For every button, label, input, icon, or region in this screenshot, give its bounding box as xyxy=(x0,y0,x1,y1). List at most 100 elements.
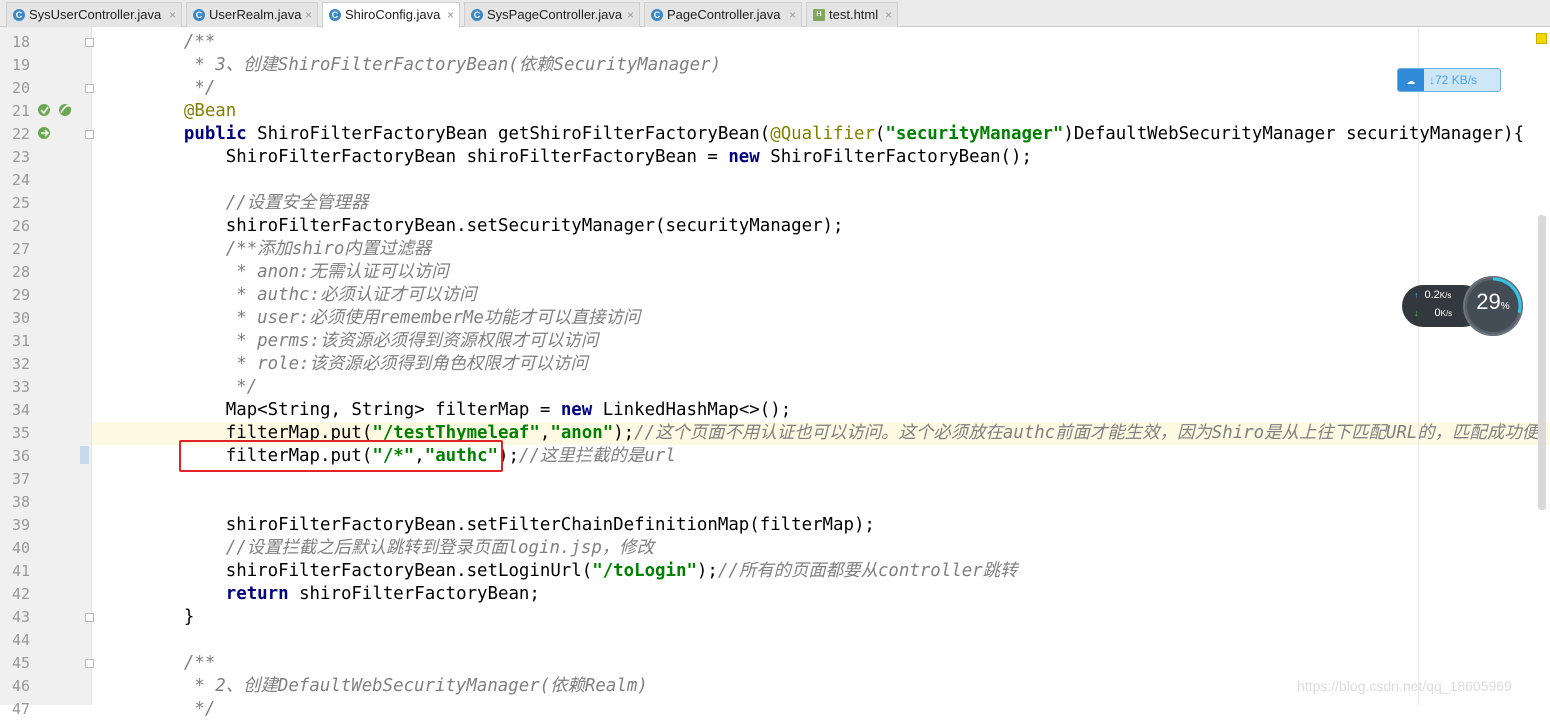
line-number[interactable]: 29 xyxy=(0,284,30,307)
code-line[interactable]: ShiroFilterFactoryBean shiroFilterFactor… xyxy=(92,146,1550,169)
line-number[interactable]: 18 xyxy=(0,31,30,54)
line-number[interactable]: 47 xyxy=(0,698,30,721)
code-line[interactable] xyxy=(92,629,1550,652)
code-line[interactable]: * authc:必须认证才可以访问 xyxy=(92,284,1550,307)
code-line[interactable] xyxy=(92,491,1550,514)
tab-pagecontroller-java[interactable]: C PageController.java × xyxy=(644,2,802,27)
tab-label: SysPageController.java xyxy=(487,7,623,22)
bean-injection-icon[interactable] xyxy=(37,125,51,139)
line-number[interactable]: 28 xyxy=(0,261,30,284)
tab-close-icon[interactable]: × xyxy=(169,3,176,27)
code-line[interactable]: public ShiroFilterFactoryBean getShiroFi… xyxy=(92,123,1550,146)
code-line[interactable]: /**添加shiro内置过滤器 xyxy=(92,238,1550,261)
code-line[interactable] xyxy=(92,169,1550,192)
tab-close-icon[interactable]: × xyxy=(447,3,454,27)
java-class-icon: C xyxy=(193,9,205,21)
code-line-text: * 2、创建DefaultWebSecurityManager(依赖Realm) xyxy=(142,675,647,698)
cpu-usage-ring[interactable]: 29% xyxy=(1463,276,1523,336)
tab-userrealm-java[interactable]: C UserRealm.java × xyxy=(186,2,318,27)
line-number[interactable]: 30 xyxy=(0,307,30,330)
code-line-text: @Bean xyxy=(142,100,236,123)
fold-marker-icon[interactable] xyxy=(85,130,94,139)
tab-close-icon[interactable]: × xyxy=(789,3,796,27)
code-line[interactable]: * user:必须使用rememberMe功能才可以直接访问 xyxy=(92,307,1550,330)
code-line[interactable]: */ xyxy=(92,376,1550,399)
code-token: * perms:该资源必须得到资源权限才可以访问 xyxy=(142,331,599,351)
line-number[interactable]: 37 xyxy=(0,468,30,491)
code-line[interactable]: * anon:无需认证可以访问 xyxy=(92,261,1550,284)
line-number[interactable]: 42 xyxy=(0,583,30,606)
code-line[interactable]: * perms:该资源必须得到资源权限才可以访问 xyxy=(92,330,1550,353)
code-editor[interactable]: /** * 3、创建ShiroFilterFactoryBean(依赖Secur… xyxy=(92,27,1550,719)
code-line[interactable]: } xyxy=(92,606,1550,629)
code-line-text: */ xyxy=(142,376,257,399)
fold-marker-icon[interactable] xyxy=(85,659,94,668)
line-number[interactable]: 21 xyxy=(0,100,30,123)
code-line[interactable]: Map<String, String> filterMap = new Link… xyxy=(92,399,1550,422)
code-line-text: //设置安全管理器 xyxy=(142,192,369,215)
code-token: ShiroFilterFactoryBean shiroFilterFactor… xyxy=(142,147,729,167)
line-number[interactable]: 32 xyxy=(0,353,30,376)
line-number[interactable]: 34 xyxy=(0,399,30,422)
fold-marker-icon[interactable] xyxy=(85,84,94,93)
line-number[interactable]: 40 xyxy=(0,537,30,560)
tab-close-icon[interactable]: × xyxy=(885,3,892,27)
tab-test-html[interactable]: Htest.html × xyxy=(806,2,898,27)
line-number[interactable]: 27 xyxy=(0,238,30,261)
code-token: "/toLogin" xyxy=(592,561,697,581)
code-line-text: shiroFilterFactoryBean.setFilterChainDef… xyxy=(142,514,875,537)
code-line[interactable]: /** xyxy=(92,31,1550,54)
line-number[interactable]: 26 xyxy=(0,215,30,238)
line-number[interactable]: 33 xyxy=(0,376,30,399)
line-number[interactable]: 19 xyxy=(0,54,30,77)
tab-label: test.html xyxy=(829,7,879,22)
tab-close-icon[interactable]: × xyxy=(627,3,634,27)
line-number[interactable]: 41 xyxy=(0,560,30,583)
code-line[interactable]: @Bean xyxy=(92,100,1550,123)
code-token: new xyxy=(560,400,603,420)
cpu-percent: 29% xyxy=(1476,289,1510,314)
line-number[interactable]: 23 xyxy=(0,146,30,169)
line-number[interactable]: 25 xyxy=(0,192,30,215)
code-line[interactable]: shiroFilterFactoryBean.setFilterChainDef… xyxy=(92,514,1550,537)
java-class-icon: C xyxy=(471,9,483,21)
line-number[interactable]: 24 xyxy=(0,169,30,192)
fold-marker-icon[interactable] xyxy=(85,613,94,622)
code-line-text: ShiroFilterFactoryBean shiroFilterFactor… xyxy=(142,146,1032,169)
code-line[interactable]: */ xyxy=(92,698,1550,721)
line-number[interactable]: 45 xyxy=(0,652,30,675)
inspection-status-marker[interactable] xyxy=(1536,33,1547,44)
line-number[interactable]: 35 xyxy=(0,422,30,445)
bean-method-icon[interactable] xyxy=(37,102,51,116)
code-token: , xyxy=(539,423,551,443)
fold-marker-icon[interactable] xyxy=(85,38,94,47)
code-line[interactable]: //设置拦截之后默认跳转到登录页面login.jsp，修改 xyxy=(92,537,1550,560)
code-token: } xyxy=(142,607,195,627)
code-line[interactable]: /** xyxy=(92,652,1550,675)
code-line[interactable]: shiroFilterFactoryBean.setSecurityManage… xyxy=(92,215,1550,238)
tab-sysusercontroller-java[interactable]: C SysUserController.java × xyxy=(6,2,182,27)
line-number[interactable]: 38 xyxy=(0,491,30,514)
line-number[interactable]: 39 xyxy=(0,514,30,537)
code-line[interactable]: */ xyxy=(92,77,1550,100)
code-line[interactable]: return shiroFilterFactoryBean; xyxy=(92,583,1550,606)
tab-shiroconfig-java[interactable]: C ShiroConfig.java × xyxy=(322,2,460,28)
code-token: //所有的页面都要从controller跳转 xyxy=(717,561,1018,581)
code-line-text: * role:该资源必须得到角色权限才可以访问 xyxy=(142,353,588,376)
tab-syspagecontroller-java[interactable]: C SysPageController.java × xyxy=(464,2,640,27)
spring-bean-icon[interactable] xyxy=(58,102,72,116)
line-number[interactable]: 46 xyxy=(0,675,30,698)
code-line[interactable]: shiroFilterFactoryBean.setLoginUrl("/toL… xyxy=(92,560,1550,583)
code-line[interactable]: //设置安全管理器 xyxy=(92,192,1550,215)
line-number[interactable]: 22 xyxy=(0,123,30,146)
line-number[interactable]: 44 xyxy=(0,629,30,652)
code-line[interactable]: * role:该资源必须得到角色权限才可以访问 xyxy=(92,353,1550,376)
line-number[interactable]: 36 xyxy=(0,445,30,468)
vertical-scrollbar[interactable] xyxy=(1538,215,1546,510)
tab-close-icon[interactable]: × xyxy=(305,3,312,27)
line-number[interactable]: 20 xyxy=(0,77,30,100)
code-line[interactable]: * 3、创建ShiroFilterFactoryBean(依赖SecurityM… xyxy=(92,54,1550,77)
line-number[interactable]: 43 xyxy=(0,606,30,629)
code-token: shiroFilterFactoryBean.setFilterChainDef… xyxy=(142,515,875,535)
line-number[interactable]: 31 xyxy=(0,330,30,353)
